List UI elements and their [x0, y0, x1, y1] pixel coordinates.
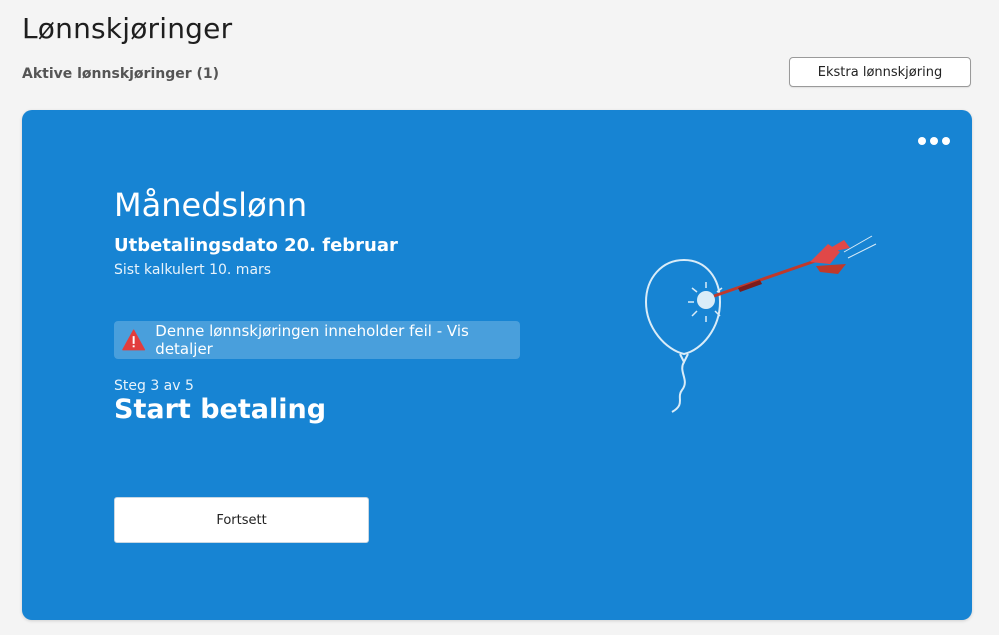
payout-date: Utbetalingsdato 20. februar — [114, 235, 398, 256]
step-title: Start betaling — [114, 394, 327, 425]
continue-button[interactable]: Fortsett — [114, 497, 369, 543]
error-message: Denne lønnskjøringen inneholder feil - V… — [155, 322, 469, 358]
payroll-run-card: Månedslønn Utbetalingsdato 20. februar S… — [22, 110, 972, 620]
step-indicator: Steg 3 av 5 — [114, 378, 194, 394]
active-runs-heading: Aktive lønnskjøringer (1) — [22, 66, 220, 82]
page-title: Lønnskjøringer — [22, 12, 233, 45]
extra-payroll-button[interactable]: Ekstra lønnskjøring — [789, 57, 971, 87]
balloon-dart-illustration — [644, 235, 877, 413]
menu-dot — [942, 137, 950, 145]
more-options-icon[interactable] — [916, 134, 952, 148]
error-banner[interactable]: Denne lønnskjøringen inneholder feil - V… — [114, 321, 520, 359]
menu-dot — [930, 137, 938, 145]
last-calculated: Sist kalkulert 10. mars — [114, 262, 272, 278]
warning-triangle-icon — [122, 329, 146, 351]
payroll-run-title: Månedslønn — [114, 186, 308, 224]
menu-dot — [918, 137, 926, 145]
